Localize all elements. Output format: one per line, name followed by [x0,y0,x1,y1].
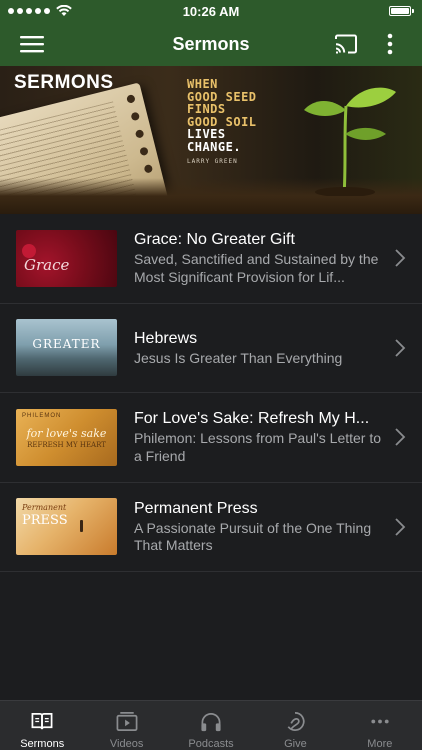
sermon-row-permanent-press[interactable]: Permanent PRESS Permanent Press A Passio… [0,483,422,572]
sermon-subtitle: Philemon: Lessons from Paul's Letter to … [134,430,382,464]
banner-quote: WHEN GOOD SEED FINDS GOOD SOIL LIVES CHA… [187,78,257,169]
chevron-right-icon [395,249,406,267]
vertical-dots-icon [387,33,393,55]
book-icon [31,712,53,730]
tab-bar: Sermons Videos Podcasts Give More [0,700,422,750]
chevron-right-icon [395,339,406,357]
sermon-row-grace[interactable]: Grace Grace: No Greater Gift Saved, Sanc… [0,214,422,304]
sermon-thumbnail: GREATER [16,319,117,377]
status-bar: 10:26 AM [0,0,422,22]
battery-icon [389,6,414,16]
thumbnail-text: REFRESH MY HEART [27,440,106,449]
cast-button[interactable] [326,22,366,66]
wifi-icon [56,5,72,16]
quote-line: FINDS [187,102,226,116]
chevron-right-icon [395,428,406,446]
banner-label: SERMONS [14,72,114,93]
thumbnail-text: Permanent [22,503,67,513]
tab-videos[interactable]: Videos [84,701,168,750]
tab-give[interactable]: Give [253,701,337,750]
sprout-image [304,87,396,196]
sermon-subtitle: Jesus Is Greater Than Everything [134,349,343,366]
quote-line: CHANGE. [187,139,242,154]
thumbnail-text: GREATER [32,337,101,352]
navigation-bar: Sermons [0,22,422,66]
signal-strength-icon [8,5,72,17]
sermon-row-for-loves-sake[interactable]: PHILEMON for love's sake REFRESH MY HEAR… [0,393,422,483]
hamburger-menu-icon [20,36,44,53]
video-icon [116,712,138,731]
sermon-subtitle: A Passionate Pursuit of the One Thing Th… [134,519,372,554]
sermon-thumbnail: Grace [16,229,117,287]
menu-button[interactable] [12,22,52,66]
overflow-menu-button[interactable] [372,22,408,66]
give-icon [288,712,306,731]
thumbnail-text: Grace [24,255,70,274]
thumbnail-text: for love's sake [26,426,107,440]
quote-author: LARRY GREEN [187,158,238,165]
sermon-list: Grace Grace: No Greater Gift Saved, Sanc… [0,214,422,572]
tab-sermons[interactable]: Sermons [0,701,84,750]
chevron-right-icon [395,518,406,536]
tab-more[interactable]: More [338,701,422,750]
thumbnail-text: PHILEMON [22,412,62,419]
tab-podcasts[interactable]: Podcasts [169,701,253,750]
more-icon [371,719,389,724]
quote-line: LIVES [187,127,226,141]
headphones-icon [201,712,221,732]
sermon-thumbnail: PHILEMON for love's sake REFRESH MY HEAR… [16,408,117,466]
tab-label: More [367,738,393,750]
sermons-banner: SERMONS WHEN GOOD SEED FINDS GOOD SOIL L… [0,66,422,214]
sermon-title: For Love's Sake: Refresh My H... [134,410,370,428]
sermon-thumbnail: Permanent PRESS [16,498,117,556]
tab-label: Videos [109,738,144,750]
tab-label: Sermons [20,738,65,750]
tab-label: Podcasts [188,738,234,750]
sermon-subtitle: Saved, Sanctified and Sustained by the M… [134,251,379,285]
thumbnail-text: PRESS [22,513,68,529]
sermon-title: Hebrews [134,329,198,347]
sermon-title: Permanent Press [134,499,258,517]
tab-label: Give [284,738,307,750]
quote-line: WHEN [187,77,218,91]
cast-icon [335,34,357,54]
sermon-title: Grace: No Greater Gift [134,231,295,249]
sermon-row-hebrews[interactable]: GREATER Hebrews Jesus Is Greater Than Ev… [0,304,422,393]
